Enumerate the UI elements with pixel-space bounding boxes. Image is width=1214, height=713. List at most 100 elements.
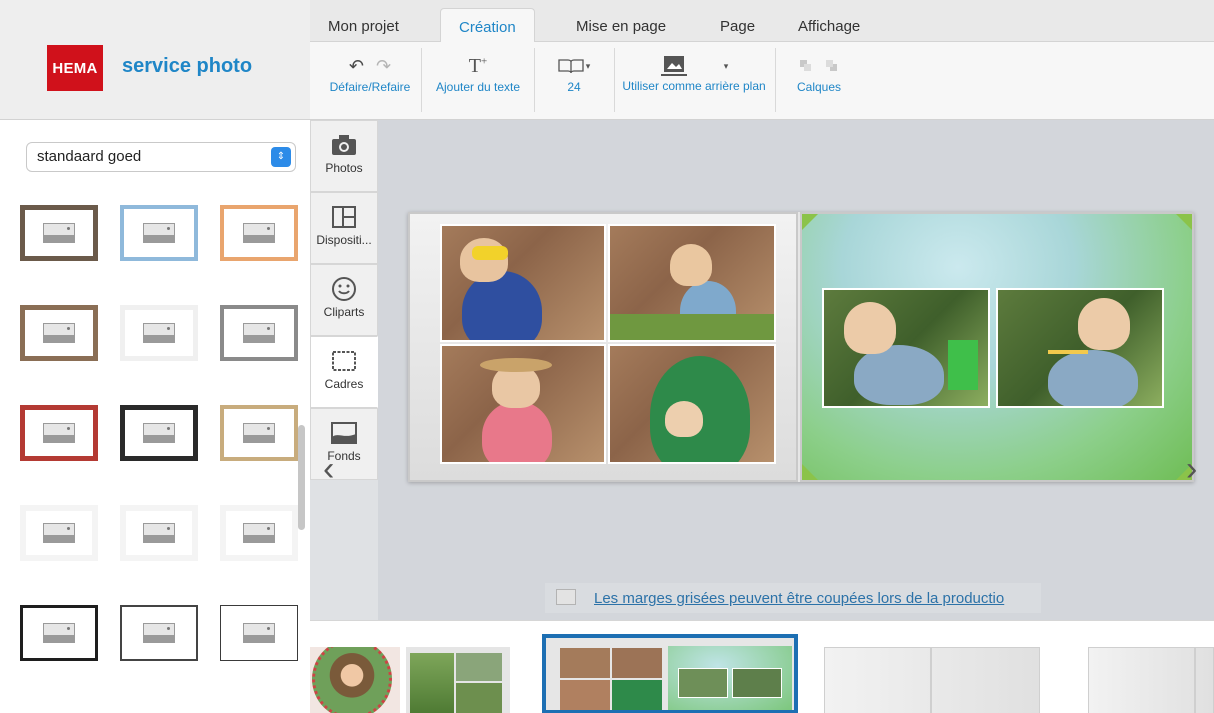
layer-up-icon[interactable] <box>799 59 813 73</box>
image-placeholder-icon <box>243 423 275 443</box>
frame-icon <box>332 351 356 371</box>
filmstrip-cover-thumb[interactable] <box>310 647 400 713</box>
image-placeholder-icon <box>143 623 175 643</box>
redo-icon[interactable]: ↷ <box>376 56 391 77</box>
side-tab-frames[interactable]: Cadres <box>310 336 378 408</box>
layers-label: Calques <box>796 80 842 94</box>
frames-scrollbar[interactable] <box>298 425 305 530</box>
page-filmstrip <box>310 620 1214 713</box>
toolbar-divider <box>775 48 776 112</box>
frame-option[interactable] <box>20 205 98 261</box>
toolbar: ↶ ↷ Défaire/Refaire T+ Ajouter du texte … <box>310 42 1214 120</box>
filmstrip-blank-spread-thumb[interactable] <box>1088 647 1214 713</box>
page-corner-marker <box>802 214 818 230</box>
side-tab-backgrounds-label: Fonds <box>327 449 361 463</box>
brand-header: HEMA service photo <box>0 0 310 120</box>
previous-page-arrow-icon[interactable]: ‹ <box>323 452 334 486</box>
frame-option[interactable] <box>20 605 98 661</box>
use-as-background-label: Utiliser comme arrière plan <box>622 79 766 93</box>
frame-option[interactable] <box>20 505 98 561</box>
frame-option[interactable] <box>220 605 298 661</box>
photo-boy-eating[interactable] <box>996 288 1164 408</box>
frame-option[interactable] <box>20 405 98 461</box>
smiley-icon <box>332 277 356 301</box>
side-tab-layouts[interactable]: Dispositi... <box>310 192 378 264</box>
camera-icon <box>332 135 356 155</box>
frame-option[interactable] <box>220 405 298 461</box>
image-placeholder-icon <box>43 223 75 243</box>
frame-option[interactable] <box>220 305 298 361</box>
frame-option[interactable] <box>220 205 298 261</box>
image-placeholder-icon <box>143 423 175 443</box>
side-tab-cliparts[interactable]: Cliparts <box>310 264 378 336</box>
tab-creation[interactable]: Création <box>440 8 535 42</box>
left-page[interactable] <box>408 212 798 482</box>
image-placeholder-icon <box>143 223 175 243</box>
image-placeholder-icon <box>43 623 75 643</box>
page-corner-marker <box>802 464 818 480</box>
filmstrip-blank-spread-thumb[interactable] <box>824 647 1040 713</box>
frame-option[interactable] <box>120 205 198 261</box>
right-page[interactable] <box>800 212 1194 482</box>
tab-affichage[interactable]: Affichage <box>780 8 878 42</box>
frame-style-select[interactable]: standaard goed ⇕ <box>26 142 296 172</box>
book-icon <box>558 59 584 74</box>
toolbar-divider <box>534 48 535 112</box>
side-tab-backgrounds[interactable]: Fonds <box>310 408 378 480</box>
side-tab-photos-label: Photos <box>325 161 363 175</box>
image-placeholder-icon <box>243 223 275 243</box>
side-tab-photos[interactable]: Photos <box>310 120 378 192</box>
frame-option[interactable] <box>20 305 98 361</box>
main-tabs: Mon projet Création Mise en page Page Af… <box>310 0 1214 42</box>
frame-option[interactable] <box>120 505 198 561</box>
hema-logo[interactable]: HEMA <box>47 45 103 91</box>
editor-canvas <box>378 120 1214 620</box>
background-icon <box>331 422 357 444</box>
select-arrows-icon: ⇕ <box>271 147 291 167</box>
frame-option[interactable] <box>120 305 198 361</box>
photo-child-dino-costume[interactable] <box>608 344 776 464</box>
page-count-label: 24 <box>567 80 581 94</box>
margin-notice-checkbox[interactable] <box>556 589 576 605</box>
photo-boy-sunglasses[interactable] <box>440 224 606 342</box>
add-text-label: Ajouter du texte <box>435 80 521 94</box>
undo-redo-label: Défaire/Refaire <box>329 80 411 94</box>
side-tab-cliparts-label: Cliparts <box>323 305 365 319</box>
image-placeholder-icon <box>143 323 175 343</box>
page-corner-marker <box>1176 214 1192 230</box>
filmstrip-page-thumb[interactable] <box>406 647 510 713</box>
photo-boy-wall[interactable] <box>608 224 776 342</box>
toolbar-divider <box>614 48 615 112</box>
layer-down-icon[interactable] <box>825 59 839 73</box>
layout-icon <box>332 206 356 228</box>
add-text-button[interactable]: T+ Ajouter du texte <box>424 52 532 95</box>
undo-icon[interactable]: ↶ <box>349 56 364 77</box>
margin-notice-link[interactable]: Les marges grisées peuvent être coupées … <box>594 590 1004 607</box>
page-count-dropdown[interactable]: ▾ 24 <box>548 52 600 94</box>
photo-boy-bench[interactable] <box>822 288 990 408</box>
tab-mise-en-page[interactable]: Mise en page <box>558 8 684 42</box>
next-page-arrow-icon[interactable]: › <box>1186 452 1197 486</box>
image-placeholder-icon <box>43 323 75 343</box>
image-placeholder-icon <box>143 523 175 543</box>
filmstrip-current-spread-thumb[interactable] <box>542 634 798 713</box>
undo-redo-button[interactable]: ↶ ↷ Défaire/Refaire <box>318 52 422 95</box>
image-placeholder-icon <box>243 623 275 643</box>
image-icon <box>660 56 687 76</box>
frame-option[interactable] <box>120 605 198 661</box>
toolbar-divider <box>421 48 422 112</box>
chevron-down-icon: ▾ <box>585 60 591 71</box>
tab-page[interactable]: Page <box>702 8 773 42</box>
frame-option[interactable] <box>120 405 198 461</box>
layers-button[interactable]: Calques <box>780 52 858 94</box>
frame-style-value: standaard goed <box>37 148 142 165</box>
frame-option[interactable] <box>220 505 298 561</box>
use-as-background-button[interactable]: ▾ Utiliser comme arrière plan <box>620 52 768 93</box>
photo-woman-hat[interactable] <box>440 344 606 464</box>
chevron-down-icon: ▾ <box>723 60 729 71</box>
photo-book-editor: HEMA service photo Mon projet Création M… <box>0 0 1214 713</box>
tab-mon-projet[interactable]: Mon projet <box>310 8 417 42</box>
image-placeholder-icon <box>43 423 75 443</box>
side-tab-frames-label: Cadres <box>324 377 364 391</box>
text-add-icon: T+ <box>468 54 488 77</box>
